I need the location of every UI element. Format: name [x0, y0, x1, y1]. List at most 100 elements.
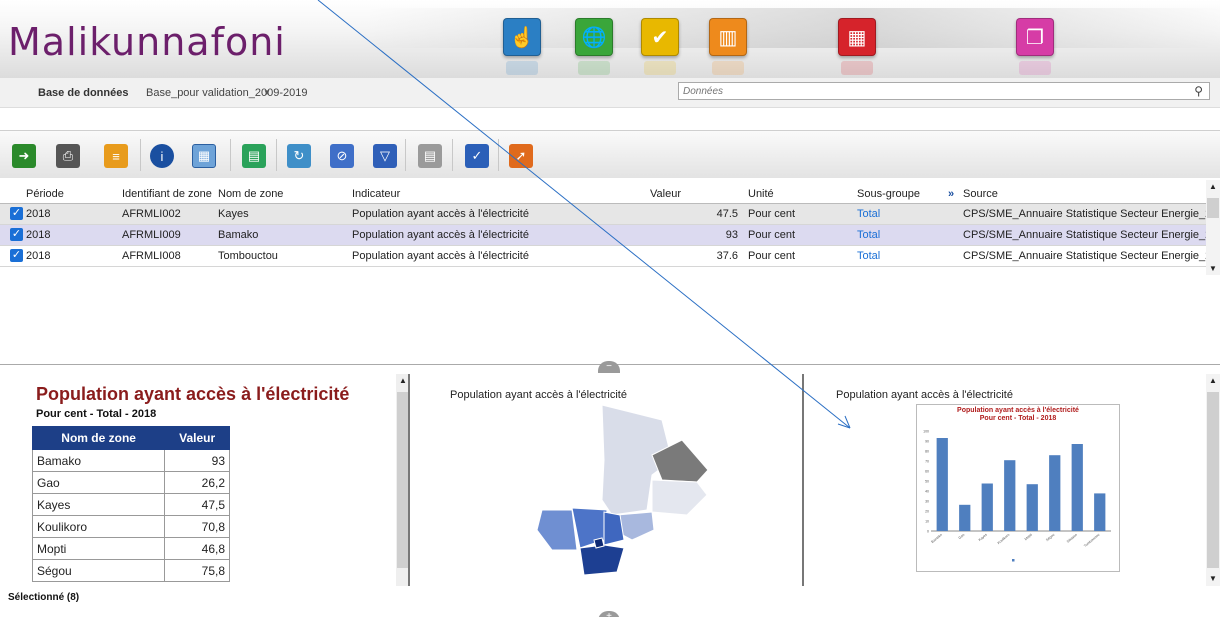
row-checkbox[interactable]: ✓ [10, 228, 23, 241]
cell-sousgroupe[interactable]: Total [857, 208, 880, 220]
cell-zone: Koulikoro [31, 515, 166, 538]
cell-unite: Pour cent [748, 229, 796, 241]
copy-app-icon[interactable]: ❐ [1016, 18, 1054, 75]
toolbar: ➜ ⎙ ≡ i ▦ ▤ ↻ ⊘ ▽ ▤ ✓ ➚ [0, 130, 1220, 178]
search-input[interactable] [679, 83, 1179, 99]
filter-clear-icon[interactable]: ⊘ [330, 144, 354, 168]
map-region-bamako [593, 537, 605, 549]
table-row[interactable]: ✓ 2018 AFRMLI008 Tombouctou Population ayant… [0, 246, 1220, 267]
cell-valeur: 47.5 [716, 208, 738, 220]
print-icon[interactable]: ⎙ [56, 144, 80, 168]
table-colors-icon[interactable]: ▤ [242, 144, 266, 168]
bar-mopti [1026, 484, 1038, 531]
cell-sousgroupe[interactable]: Total [857, 229, 880, 241]
toolbar-separator [452, 139, 453, 171]
table-panel-subtitle: Pour cent - Total - 2018 [36, 408, 157, 420]
table-header-zone: Nom de zone [31, 426, 166, 450]
cell-indicateur: Population ayant accès à l'électricité [352, 250, 529, 262]
collapse-panel-icon[interactable]: − [598, 361, 620, 373]
chart-title: Population ayant accès à l'électricité [957, 407, 1079, 414]
scroll-up-icon[interactable]: ▲ [399, 376, 407, 385]
scroll-thumb[interactable] [397, 392, 408, 568]
map-region-gao [651, 479, 708, 516]
grid-scrollbar[interactable]: ▲ ▼ [1206, 180, 1220, 275]
col-header-id[interactable]: Identifiant de zone [122, 188, 212, 200]
cell-unite: Pour cent [748, 250, 796, 262]
table-row[interactable]: ✓ 2018 AFRMLI009 Bamako Population ayant acc… [0, 225, 1220, 246]
open-folder-icon[interactable]: ➜ [12, 144, 36, 168]
col-header-unite[interactable]: Unité [748, 188, 774, 200]
right-panel-scrollbar[interactable]: ▲ ▼ [1206, 374, 1220, 586]
cell-indicateur: Population ayant accès à l'électricité [352, 229, 529, 241]
map-panel: Population ayant accès à l'électricité [412, 374, 804, 586]
check-app-icon[interactable]: ✔ [641, 18, 679, 75]
cell-source: CPS/SME_Annuaire Statistique Secteur Ene… [963, 250, 1220, 262]
export-icon[interactable]: ➚ [509, 144, 533, 168]
bar-chart: 0 10 20 30 40 50 60 70 80 90 100 Bamako Gao Kayes Koul… [923, 430, 1111, 562]
cell-sousgroupe[interactable]: Total [857, 250, 880, 262]
toolbar-separator [405, 139, 406, 171]
cell-periode: 2018 [26, 229, 51, 241]
x-tick-label: Kayes [978, 533, 988, 542]
info-icon[interactable]: i [150, 144, 174, 168]
cell-zone: Bamako [218, 229, 259, 241]
search-icon[interactable]: ⚲ [1194, 84, 1203, 98]
toolbar-separator [498, 139, 499, 171]
cell-unite: Pour cent [748, 208, 796, 220]
col-header-indicateur[interactable]: Indicateur [352, 188, 400, 200]
table-row: Ségou 75,8 [31, 559, 230, 582]
grid-view-icon[interactable]: ▦ [192, 144, 216, 168]
bar-chart-box[interactable]: Population ayant accès à l'électricité P… [916, 404, 1120, 572]
scroll-up-icon[interactable]: ▲ [1209, 182, 1217, 191]
table-panel-scrollbar[interactable]: ▲ [396, 374, 408, 586]
library-app-icon[interactable]: ▥ [709, 18, 747, 75]
bar-sikasso [1071, 444, 1083, 531]
col-header-valeur[interactable]: Valeur [650, 188, 681, 200]
col-header-sousgroupe[interactable]: Sous-groupe [857, 188, 920, 200]
globe-app-icon[interactable]: 🌐 [575, 18, 613, 75]
row-checkbox[interactable]: ✓ [10, 249, 23, 262]
cell-source: CPS/SME_Annuaire Statistique Secteur Ene… [963, 229, 1220, 241]
col-header-zone[interactable]: Nom de zone [218, 188, 283, 200]
cell-valeur: 37.6 [716, 250, 738, 262]
scroll-thumb[interactable] [1207, 392, 1219, 568]
table-app-icon[interactable]: ▦ [838, 18, 876, 75]
selection-status: Sélectionné (8) [8, 592, 80, 603]
touch-app-icon[interactable]: ☝ [503, 18, 541, 75]
y-tick-label: 60 [925, 470, 929, 474]
chevron-down-icon[interactable]: ▼ [263, 88, 271, 97]
cell-valeur: 47,5 [164, 493, 230, 516]
calculator-icon[interactable]: ▤ [418, 144, 442, 168]
table-row[interactable]: ✓ 2018 AFRMLI002 Kayes Population ayant accè… [0, 204, 1220, 225]
cell-id: AFRMLI009 [122, 229, 181, 241]
bar-kayes [981, 483, 993, 531]
mali-map[interactable] [532, 400, 722, 580]
scroll-down-icon[interactable]: ▼ [1209, 264, 1217, 273]
y-tick-label: 100 [923, 430, 929, 434]
refresh-icon[interactable]: ↻ [287, 144, 311, 168]
cell-valeur: 70,8 [164, 515, 230, 538]
row-checkbox[interactable]: ✓ [10, 207, 23, 220]
y-tick-label: 0 [927, 530, 929, 534]
bar-koulikoro [1004, 460, 1016, 531]
scroll-down-icon[interactable]: ▼ [1209, 574, 1217, 583]
col-header-periode[interactable]: Période [26, 188, 64, 200]
y-tick-label: 40 [925, 490, 929, 494]
database-bar: Base de données Base_pour validation_200… [0, 78, 1220, 108]
chart-panel-title: Population ayant accès à l'électricité [836, 389, 1013, 401]
table-row: Kayes 47,5 [31, 493, 230, 516]
table-panel: Population ayant accès à l'électricité P… [0, 374, 410, 586]
edit-check-icon[interactable]: ✓ [465, 144, 489, 168]
header: Malikunnafoni ☝ 🌐 ✔ ▥ ▦ ❐ [0, 0, 1220, 78]
search-box[interactable]: ⚲ [678, 82, 1210, 100]
toolbar-separator [276, 139, 277, 171]
expand-panel-icon[interactable]: + [598, 611, 620, 617]
x-tick-label: Gao [958, 533, 966, 540]
scroll-thumb[interactable] [1207, 198, 1219, 218]
double-chevron-right-icon[interactable]: » [948, 188, 954, 200]
scroll-up-icon[interactable]: ▲ [1209, 376, 1217, 385]
filter-icon[interactable]: ▽ [373, 144, 397, 168]
database-icon[interactable]: ≡ [104, 144, 128, 168]
database-select[interactable]: Base_pour validation_2009-2019 [146, 87, 307, 99]
col-header-source[interactable]: Source [963, 188, 998, 200]
